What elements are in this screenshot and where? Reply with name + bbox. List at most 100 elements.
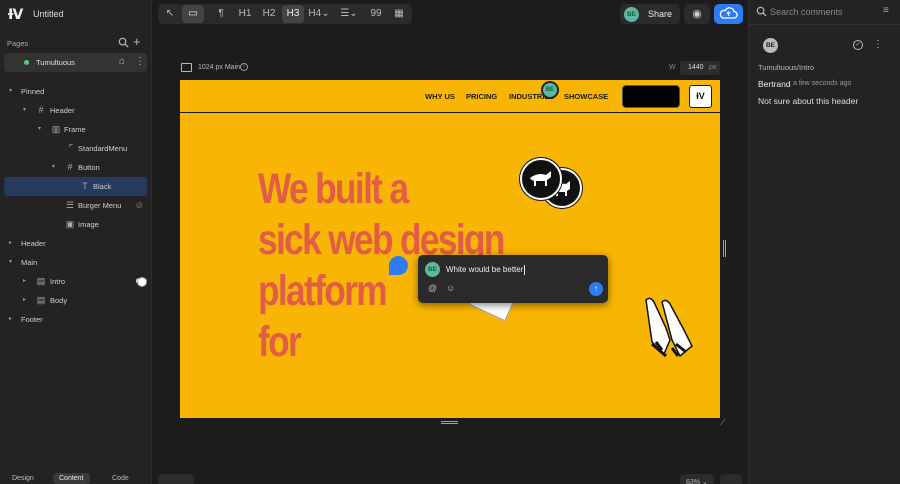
hero-line: We built a <box>258 165 409 213</box>
site-header[interactable]: WHY US PRICING INDUSTRIES SHOWCASE ƗV BE <box>180 80 720 113</box>
site-logo[interactable]: ƗV <box>689 85 712 108</box>
arrow-up-icon: ↑ <box>594 284 598 293</box>
caret-icon[interactable]: ▸ <box>9 315 12 322</box>
search-icon <box>756 6 767 17</box>
caret-icon[interactable]: ▸ <box>23 296 26 303</box>
caret-icon[interactable]: ▸ <box>9 239 12 246</box>
caret-icon[interactable]: ▾ <box>9 258 12 265</box>
emoji-icon[interactable]: ☺ <box>446 283 455 293</box>
preview-button[interactable]: ◉ <box>684 4 710 24</box>
avatar: BE <box>624 7 639 22</box>
layer-row-pinned[interactable]: ▾ Pinned <box>4 82 147 101</box>
layer-row-footer[interactable]: ▸ Footer <box>4 310 147 329</box>
quote-button[interactable]: 99 <box>364 5 388 23</box>
tab-design[interactable]: Design <box>12 475 34 482</box>
filter-icon[interactable]: ≡ <box>883 5 889 16</box>
list-dropdown[interactable]: ☰⌄ <box>336 5 362 23</box>
more-icon[interactable]: ⋮ <box>873 39 883 50</box>
layer-label: Image <box>78 220 99 229</box>
left-sidebar: ƗV Untitled Pages + Tumultuous ⌂ ⋮ ▾ Pinn… <box>0 0 152 484</box>
caret-icon[interactable]: ▸ <box>23 277 26 284</box>
resize-handle-bottom[interactable] <box>441 421 458 424</box>
layer-row-header[interactable]: ▸ Header <box>4 234 147 253</box>
layer-label: Body <box>50 296 68 305</box>
pages-heading: Pages <box>7 39 29 48</box>
layer-type-icon: ▤ <box>36 276 46 286</box>
resolve-icon[interactable]: ✓ <box>853 40 863 50</box>
layer-label: StandardMenu <box>78 144 128 153</box>
search-comments-input[interactable]: Search comments <box>770 7 843 17</box>
layer-label: Intro <box>50 277 66 286</box>
layer-row-frame[interactable]: ▾ ▥ Frame <box>4 120 147 139</box>
layer-row-image[interactable]: ▣ Image <box>4 215 147 234</box>
h2-button[interactable]: H2 <box>258 5 280 23</box>
layer-type-icon: ▣ <box>65 219 75 229</box>
layer-type-icon: ⌜ <box>68 143 74 153</box>
mention-icon[interactable]: @ <box>428 283 437 293</box>
home-icon[interactable]: ⌂ <box>119 56 125 67</box>
comment-draft: White would be better <box>446 265 524 275</box>
nav-why-us[interactable]: WHY US <box>425 92 455 101</box>
publish-button[interactable] <box>714 4 743 24</box>
bottom-tabs: Design Content Code <box>0 472 152 484</box>
praying-hands-icon[interactable] <box>642 292 698 358</box>
visibility-toggle[interactable] <box>136 277 147 287</box>
comment-path[interactable]: Tumultuous/Intro <box>758 63 814 72</box>
width-unit: px <box>709 64 717 71</box>
send-button[interactable]: ↑ <box>589 282 603 296</box>
tab-content[interactable]: Content <box>53 473 90 484</box>
refresh-button[interactable] <box>720 474 742 484</box>
caret-icon[interactable]: ▾ <box>23 106 26 113</box>
hidden-eye-icon[interactable]: ⊘ <box>135 200 143 211</box>
caret-icon[interactable]: ▾ <box>52 163 55 170</box>
layer-row-header[interactable]: ▾ # Header <box>4 101 147 120</box>
comment-text: Not sure about this header <box>758 96 859 106</box>
site-preview[interactable]: WHY US PRICING INDUSTRIES SHOWCASE ƗV BE… <box>180 80 720 418</box>
resize-corner-icon[interactable]: ⟋ <box>720 418 726 428</box>
layer-label: Header <box>21 239 46 248</box>
layer-type-icon: ☰ <box>65 200 75 210</box>
layer-row-black[interactable]: T Black <box>4 177 147 196</box>
layer-row-body[interactable]: ▸ ▤ Body <box>4 291 147 310</box>
document-title[interactable]: Untitled <box>33 9 64 19</box>
h4-dropdown[interactable]: H4⌄ <box>306 5 332 23</box>
layer-row-burger-menu[interactable]: ☰ Burger Menu ⊘ <box>4 196 147 215</box>
add-page-icon[interactable]: + <box>133 35 141 48</box>
black-button[interactable] <box>622 85 680 108</box>
comment-input[interactable]: White would be better <box>446 265 526 275</box>
select-tool-button[interactable]: ↖ <box>160 5 180 23</box>
frame-label[interactable]: 1024 px Main <box>198 64 240 71</box>
paragraph-button[interactable]: ¶ <box>210 5 232 23</box>
info-icon[interactable]: i <box>240 63 248 71</box>
share-button[interactable]: BE Share <box>620 4 680 24</box>
nav-pricing[interactable]: PRICING <box>466 92 497 101</box>
search-icon[interactable] <box>118 37 129 48</box>
avatar: BE <box>763 38 778 53</box>
layer-label: Footer <box>21 315 43 324</box>
sticker-image[interactable] <box>520 158 562 200</box>
zoom-dropdown[interactable]: 63% ⌄ <box>680 474 714 484</box>
h3-button[interactable]: H3 <box>282 5 304 23</box>
table-button[interactable]: ▦ <box>388 5 410 23</box>
frame-menu-button[interactable] <box>158 474 194 484</box>
layer-label: Button <box>78 163 100 172</box>
frame-icon <box>181 63 192 72</box>
caret-icon[interactable]: ▾ <box>38 125 41 132</box>
nav-showcase[interactable]: SHOWCASE <box>564 92 608 101</box>
h1-button[interactable]: H1 <box>234 5 256 23</box>
layer-label: Frame <box>64 125 86 134</box>
comment-pin[interactable] <box>389 256 408 275</box>
layer-row-button[interactable]: ▾ # Button <box>4 158 147 177</box>
tab-code[interactable]: Code <box>112 475 129 482</box>
layer-type-icon: # <box>67 162 73 172</box>
app-logo[interactable]: ƗV <box>8 7 23 23</box>
caret-icon[interactable]: ▾ <box>9 87 12 94</box>
layer-row-standardmenu[interactable]: ⌜ StandardMenu <box>4 139 147 158</box>
comment-tool-button[interactable]: ▭ <box>182 5 204 23</box>
layer-row-intro[interactable]: ▸ ▤ Intro <box>4 272 147 291</box>
collaborator-avatar: BE <box>541 81 559 99</box>
resize-handle-right[interactable] <box>723 240 726 257</box>
more-icon[interactable]: ⋮ <box>135 56 145 67</box>
page-item-tumultuous[interactable]: Tumultuous ⌂ ⋮ <box>4 53 147 72</box>
layer-row-main[interactable]: ▾ Main <box>4 253 147 272</box>
